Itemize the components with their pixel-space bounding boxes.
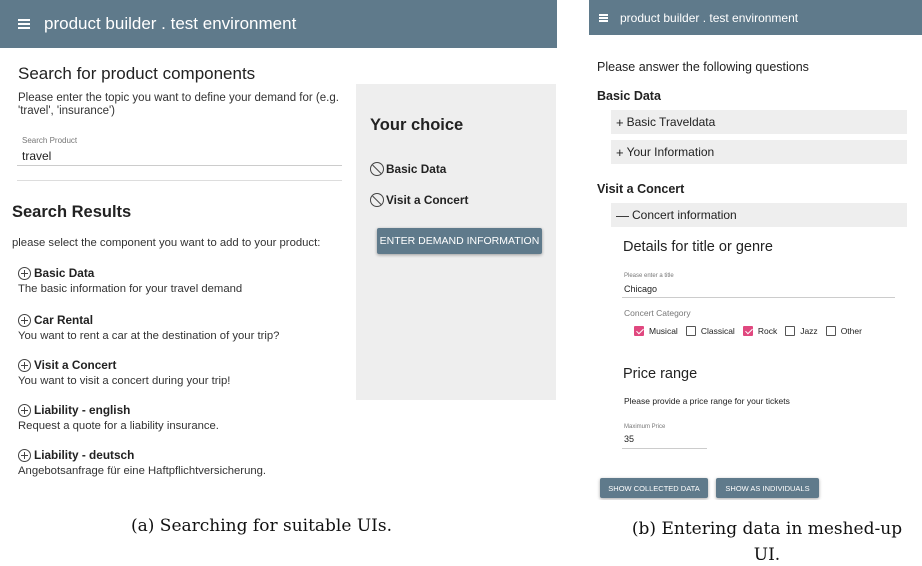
app-bar: product builder . test environment bbox=[0, 0, 557, 48]
price-heading: Price range bbox=[623, 366, 698, 382]
intro-text: Please answer the following questions bbox=[597, 60, 809, 74]
price-description: Please provide a price range for your ti… bbox=[624, 396, 790, 406]
caption-a: (a) Searching for suitable UIs. bbox=[131, 516, 393, 536]
section-visit-concert: Visit a Concert bbox=[597, 182, 685, 196]
panel-search: product builder . test environment Searc… bbox=[0, 0, 557, 500]
results-title: Search Results bbox=[12, 203, 132, 221]
category-label: Concert Category bbox=[624, 308, 691, 318]
result-description: You want to rent a car at the destinatio… bbox=[18, 330, 280, 342]
title-input[interactable]: Chicago bbox=[624, 284, 657, 294]
choice-label: Visit a Concert bbox=[386, 193, 469, 207]
choice-item-basic-data[interactable]: Basic Data bbox=[370, 162, 446, 176]
caption-b: (b) Entering data in meshed-up UI. bbox=[602, 516, 922, 566]
panel-title: Concert information bbox=[632, 208, 737, 222]
result-item-basic-data[interactable]: Basic Data The basic information for you… bbox=[18, 266, 242, 295]
result-item-car-rental[interactable]: Car Rental You want to rent a car at the… bbox=[18, 313, 279, 342]
collapse-icon: — bbox=[616, 207, 629, 223]
show-collected-data-button[interactable]: SHOW COLLECTED DATA bbox=[600, 478, 708, 498]
result-item-visit-concert[interactable]: Visit a Concert You want to visit a conc… bbox=[18, 358, 230, 387]
add-circle-icon[interactable] bbox=[18, 448, 31, 462]
price-input[interactable]: 35 bbox=[624, 434, 634, 444]
app-title: product builder . test environment bbox=[44, 14, 297, 33]
search-title: Search for product components bbox=[18, 64, 256, 83]
checkbox-label-musical: Musical bbox=[649, 326, 678, 336]
result-description: Angebotsanfrage für eine Haftpflichtvers… bbox=[18, 465, 267, 477]
app-title: product builder . test environment bbox=[620, 10, 799, 25]
checkbox-label-classical: Classical bbox=[700, 326, 735, 336]
search-field-label: Search Product bbox=[22, 136, 78, 145]
expansion-concert-information[interactable]: — Concert information bbox=[611, 203, 907, 227]
category-checkboxes: Musical Classical Rock Jazz Other bbox=[634, 326, 862, 336]
block-icon[interactable] bbox=[370, 193, 384, 207]
checkbox-label-other: Other bbox=[840, 326, 862, 336]
menu-icon[interactable] bbox=[18, 19, 30, 29]
search-input[interactable]: travel bbox=[22, 149, 51, 163]
divider bbox=[17, 180, 342, 181]
price-input-underline bbox=[622, 448, 707, 449]
result-title: Liability - english bbox=[34, 403, 131, 417]
add-circle-icon[interactable] bbox=[18, 358, 31, 372]
title-input-underline bbox=[622, 297, 895, 298]
expansion-basic-traveldata[interactable]: + Basic Traveldata bbox=[611, 110, 907, 134]
details-heading: Details for title or genre bbox=[623, 239, 773, 255]
result-description: Request a quote for a liability insuranc… bbox=[18, 420, 219, 432]
app-bar: product builder . test environment bbox=[589, 0, 922, 35]
enter-demand-button[interactable]: ENTER DEMAND INFORMATION bbox=[377, 228, 542, 254]
panel-title: Basic Traveldata bbox=[626, 115, 716, 129]
expand-icon: + bbox=[616, 144, 624, 160]
block-icon[interactable] bbox=[370, 162, 384, 176]
section-basic-data: Basic Data bbox=[597, 89, 661, 103]
show-as-individuals-button[interactable]: SHOW AS INDIVIDUALS bbox=[716, 478, 819, 498]
result-title: Liability - deutsch bbox=[34, 448, 135, 462]
caption-b-line2: UI. bbox=[753, 545, 781, 565]
checkbox-icon[interactable] bbox=[825, 326, 836, 336]
checkbox-label-jazz: Jazz bbox=[800, 326, 818, 336]
checkbox-icon[interactable] bbox=[785, 326, 796, 336]
checkbox-icon[interactable] bbox=[685, 326, 696, 336]
choice-item-visit-concert[interactable]: Visit a Concert bbox=[370, 193, 468, 207]
choice-label: Basic Data bbox=[386, 162, 447, 176]
panel-questions: product builder . test environment Pleas… bbox=[589, 0, 922, 500]
title-field-label: Please enter a title bbox=[624, 273, 674, 279]
result-description: You want to visit a concert during your … bbox=[18, 375, 231, 387]
result-title: Basic Data bbox=[34, 266, 95, 280]
panel-title: Your Information bbox=[626, 145, 715, 159]
expansion-your-information[interactable]: + Your Information bbox=[611, 140, 907, 164]
caption-b-line1: (b) Entering data in meshed-up bbox=[631, 519, 903, 539]
search-description: Please enter the topic you want to defin… bbox=[18, 92, 339, 117]
search-input-underline bbox=[17, 165, 342, 166]
choice-title: Your choice bbox=[370, 116, 464, 134]
menu-icon[interactable] bbox=[599, 14, 608, 22]
result-title: Car Rental bbox=[34, 313, 94, 327]
add-circle-icon[interactable] bbox=[18, 403, 31, 417]
checkbox-icon[interactable] bbox=[634, 326, 644, 336]
result-item-liability-deutsch[interactable]: Liability - deutsch Angebotsanfrage für … bbox=[18, 448, 266, 477]
add-circle-icon[interactable] bbox=[18, 313, 31, 327]
checkbox-label-rock: Rock bbox=[757, 326, 778, 336]
add-circle-icon[interactable] bbox=[18, 266, 31, 280]
result-description: The basic information for your travel de… bbox=[18, 283, 243, 295]
result-item-liability-english[interactable]: Liability - english Request a quote for … bbox=[18, 403, 219, 432]
expand-icon: + bbox=[616, 114, 624, 130]
results-description: please select the component you want to … bbox=[12, 237, 321, 249]
price-field-label: Maximum Price bbox=[624, 424, 666, 430]
checkbox-icon[interactable] bbox=[742, 326, 753, 336]
result-title: Visit a Concert bbox=[34, 358, 117, 372]
